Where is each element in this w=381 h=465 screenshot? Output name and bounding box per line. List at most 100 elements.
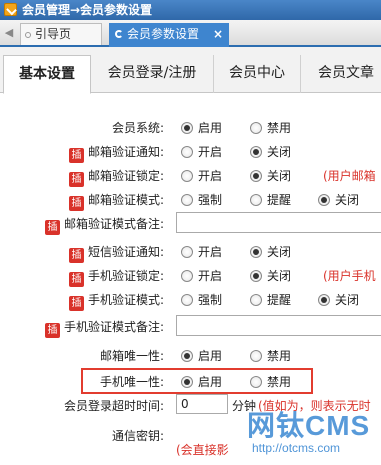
radio-unchecked-icon[interactable] <box>181 246 193 258</box>
option-label: 关闭 <box>335 293 360 307</box>
radio-email-mode-force[interactable]: 强制 <box>181 191 222 208</box>
row-phone-lock: 插手机验证锁定: 开启 关闭 (用户手机 <box>0 263 381 288</box>
close-tab-button[interactable]: × <box>213 23 223 45</box>
refresh-icon <box>115 30 123 38</box>
radio-member-system-disable[interactable]: 禁用 <box>250 119 291 136</box>
radio-unchecked-icon[interactable] <box>250 294 262 306</box>
radio-phone-lock-open[interactable]: 开启 <box>181 267 222 284</box>
row-sms-notify: 插短信验证通知: 开启 关闭 <box>0 239 381 264</box>
field-label-text: 邮箱验证模式: <box>87 193 164 207</box>
field-label-text: 邮箱验证锁定: <box>87 169 164 183</box>
radio-unchecked-icon[interactable] <box>181 146 193 158</box>
radio-unchecked-icon[interactable] <box>250 194 262 206</box>
plugin-badge-icon: 插 <box>68 248 84 263</box>
field-label: 插手机验证模式: <box>68 291 164 311</box>
field-label-text: 手机验证锁定: <box>87 269 164 283</box>
option-label: 禁用 <box>267 121 292 135</box>
circle-icon <box>25 32 31 38</box>
field-label: 通信密钥: <box>111 429 164 443</box>
radio-email-mode-close[interactable]: 关闭 <box>318 191 359 208</box>
plugin-badge-icon: 插 <box>68 148 84 163</box>
field-label: 插短信验证通知: <box>68 243 164 263</box>
radio-sms-notify-open[interactable]: 开启 <box>181 243 222 260</box>
field-label: 会员登录超时时间: <box>63 399 164 413</box>
radio-unchecked-icon[interactable] <box>181 270 193 282</box>
field-label: 插邮箱验证模式备注: <box>44 215 164 235</box>
email-mode-note-input[interactable] <box>176 212 381 233</box>
radio-email-lock-close[interactable]: 关闭 <box>250 167 291 184</box>
option-label: 开启 <box>198 145 223 159</box>
option-label: 关闭 <box>267 245 292 259</box>
window-title-bar: 会员管理→会员参数设置 <box>0 0 381 20</box>
radio-email-notify-open[interactable]: 开启 <box>181 143 222 160</box>
field-label: 插手机验证锁定: <box>68 267 164 287</box>
option-label: 启用 <box>198 349 223 363</box>
radio-unchecked-icon[interactable] <box>181 294 193 306</box>
radio-phone-lock-close[interactable]: 关闭 <box>250 267 291 284</box>
radio-checked-icon[interactable] <box>318 294 330 306</box>
option-label: 提醒 <box>267 193 292 207</box>
field-label: 插邮箱验证锁定: <box>68 167 164 187</box>
radio-checked-icon[interactable] <box>250 170 262 182</box>
option-label: 关闭 <box>267 145 292 159</box>
plugin-badge-icon: 插 <box>44 220 60 235</box>
field-label: 邮箱唯一性: <box>99 349 164 363</box>
radio-unchecked-icon[interactable] <box>181 170 193 182</box>
comm-key-hint: (会直接影 <box>176 443 229 457</box>
radio-member-system-enable[interactable]: 启用 <box>181 119 222 136</box>
radio-unchecked-icon[interactable] <box>250 350 262 362</box>
subtab-login-register[interactable]: 会员登录/注册 <box>91 55 214 93</box>
radio-phone-mode-close[interactable]: 关闭 <box>318 291 359 308</box>
login-timeout-input[interactable]: 0 <box>176 394 228 414</box>
plugin-badge-icon: 插 <box>68 296 84 311</box>
plugin-badge-icon: 插 <box>68 172 84 187</box>
option-label: 启用 <box>198 121 223 135</box>
watermark-url: http://otcms.com <box>252 441 341 455</box>
option-label: 开启 <box>198 245 223 259</box>
option-label: 强制 <box>198 293 223 307</box>
radio-phone-mode-force[interactable]: 强制 <box>181 291 222 308</box>
row-email-mode: 插邮箱验证模式: 强制 提醒 关闭 <box>0 187 381 212</box>
watermark-logo: 网钛CMS <box>247 410 371 441</box>
subtab-basic-settings[interactable]: 基本设置 <box>3 55 91 94</box>
radio-checked-icon[interactable] <box>318 194 330 206</box>
option-label: 开启 <box>198 269 223 283</box>
radio-checked-icon[interactable] <box>250 146 262 158</box>
option-label: 禁用 <box>267 349 292 363</box>
radio-email-unique-enable[interactable]: 启用 <box>181 347 222 364</box>
tab-member-params[interactable]: 会员参数设置 × <box>109 23 229 47</box>
email-lock-note: (用户邮箱 <box>323 169 376 183</box>
radio-email-notify-close[interactable]: 关闭 <box>250 143 291 160</box>
field-label-text: 手机验证模式备注: <box>63 320 164 334</box>
field-label: 插邮箱验证模式: <box>68 191 164 211</box>
radio-email-unique-disable[interactable]: 禁用 <box>250 347 291 364</box>
field-label-text: 邮箱验证通知: <box>87 145 164 159</box>
radio-checked-icon[interactable] <box>250 270 262 282</box>
subtab-member-articles[interactable]: 会员文章 <box>301 55 381 93</box>
radio-checked-icon[interactable] <box>250 246 262 258</box>
radio-email-mode-remind[interactable]: 提醒 <box>250 191 291 208</box>
tab-guide-page[interactable]: 引导页 <box>20 23 102 45</box>
phone-mode-note-input[interactable] <box>176 315 381 336</box>
folder-arrow-icon <box>4 3 17 16</box>
field-label: 会员系统: <box>111 121 164 135</box>
field-label: 插邮箱验证通知: <box>68 143 164 163</box>
row-email-unique: 邮箱唯一性: 启用 禁用 <box>0 343 381 368</box>
window-title: 会员管理→会员参数设置 <box>22 3 153 17</box>
field-label: 插手机验证模式备注: <box>44 318 164 338</box>
option-label: 关闭 <box>335 193 360 207</box>
row-email-lock: 插邮箱验证锁定: 开启 关闭 (用户邮箱 <box>0 163 381 188</box>
radio-phone-mode-remind[interactable]: 提醒 <box>250 291 291 308</box>
row-email-mode-note: 插邮箱验证模式备注: <box>0 211 381 236</box>
radio-checked-icon[interactable] <box>181 350 193 362</box>
row-phone-mode: 插手机验证模式: 强制 提醒 关闭 <box>0 287 381 312</box>
radio-unchecked-icon[interactable] <box>250 122 262 134</box>
radio-unchecked-icon[interactable] <box>181 194 193 206</box>
option-label: 强制 <box>198 193 223 207</box>
subtab-member-center[interactable]: 会员中心 <box>214 55 301 93</box>
option-label: 关闭 <box>267 169 292 183</box>
radio-email-lock-open[interactable]: 开启 <box>181 167 222 184</box>
radio-checked-icon[interactable] <box>181 122 193 134</box>
radio-sms-notify-close[interactable]: 关闭 <box>250 243 291 260</box>
tab-scroll-left-button[interactable]: ◀ <box>2 25 16 41</box>
